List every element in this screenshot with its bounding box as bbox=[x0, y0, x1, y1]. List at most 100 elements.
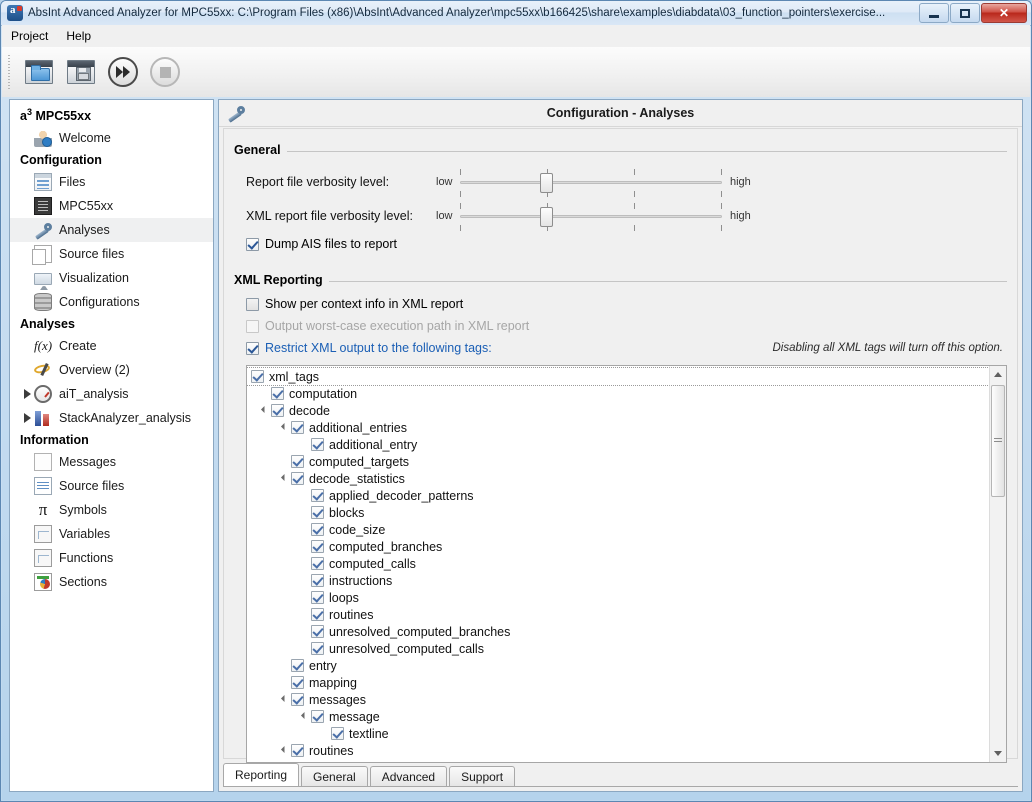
slider-xml-verbosity[interactable]: low high bbox=[436, 199, 754, 233]
xml-tags-tree[interactable]: xml_tags computation decode additional_e… bbox=[246, 365, 1007, 763]
tree-checkbox[interactable] bbox=[251, 370, 264, 383]
tree-vertical-scrollbar[interactable] bbox=[989, 366, 1006, 762]
tree-checkbox[interactable] bbox=[311, 506, 324, 519]
save-project-button[interactable] bbox=[61, 52, 101, 92]
tree-checkbox[interactable] bbox=[311, 625, 324, 638]
run-analysis-button[interactable] bbox=[103, 52, 143, 92]
tree-node-instructions[interactable]: instructions bbox=[247, 572, 989, 589]
scrollbar-thumb[interactable] bbox=[991, 385, 1005, 497]
sidebar-item-symbols[interactable]: π Symbols bbox=[10, 498, 213, 522]
sidebar-item-welcome[interactable]: Welcome bbox=[10, 126, 213, 150]
tab-support[interactable]: Support bbox=[449, 766, 516, 786]
sidebar-item-messages[interactable]: Messages bbox=[10, 450, 213, 474]
minimize-button[interactable] bbox=[919, 3, 949, 23]
scroll-up-arrow[interactable] bbox=[990, 366, 1006, 383]
tree-expander-icon[interactable] bbox=[297, 711, 311, 720]
tree-node-entry[interactable]: entry bbox=[247, 657, 989, 674]
tree-node-unresolved_computed_branches[interactable]: unresolved_computed_branches bbox=[247, 623, 989, 640]
tree-node-decode[interactable]: decode bbox=[247, 402, 989, 419]
tree-expander-icon[interactable] bbox=[277, 694, 291, 703]
slider-thumb[interactable] bbox=[540, 173, 554, 193]
tree-node-loops[interactable]: loops bbox=[247, 589, 989, 606]
menu-item-project[interactable]: Project bbox=[2, 26, 57, 46]
tree-node-blocks[interactable]: blocks bbox=[247, 504, 989, 521]
tree-checkbox[interactable] bbox=[291, 693, 304, 706]
checkbox-icon[interactable] bbox=[246, 237, 259, 251]
tree-node-messages[interactable]: messages bbox=[247, 691, 989, 708]
sidebar-item-functions[interactable]: Functions bbox=[10, 546, 213, 570]
tree-expander-icon[interactable] bbox=[277, 473, 291, 482]
tree-checkbox[interactable] bbox=[311, 710, 324, 723]
sidebar-item-mpc55xx[interactable]: MPC55xx bbox=[10, 194, 213, 218]
sidebar-item-overview[interactable]: Overview (2) bbox=[10, 358, 213, 382]
tree-node-decode_statistics[interactable]: decode_statistics bbox=[247, 470, 989, 487]
sidebar-item-files[interactable]: Files bbox=[10, 170, 213, 194]
tree-checkbox[interactable] bbox=[291, 659, 304, 672]
sidebar-item-analyses[interactable]: Analyses bbox=[10, 218, 213, 243]
tree-node-textline[interactable]: textline bbox=[247, 725, 989, 742]
tree-node-computed_branches[interactable]: computed_branches bbox=[247, 538, 989, 555]
checkbox-show-per-context-info[interactable]: Show per context info in XML report bbox=[246, 293, 1007, 315]
checkbox-icon[interactable] bbox=[246, 297, 259, 311]
toolbar-grip[interactable] bbox=[6, 55, 14, 89]
tree-checkbox[interactable] bbox=[311, 642, 324, 655]
tree-checkbox[interactable] bbox=[311, 574, 324, 587]
slider-track[interactable] bbox=[460, 215, 722, 218]
tree-checkbox[interactable] bbox=[311, 557, 324, 570]
tree-node-code_size[interactable]: code_size bbox=[247, 521, 989, 538]
maximize-button[interactable] bbox=[950, 3, 980, 23]
tree-checkbox[interactable] bbox=[291, 744, 304, 757]
slider-track-area[interactable] bbox=[460, 199, 722, 233]
scroll-down-arrow[interactable] bbox=[990, 745, 1006, 762]
tree-node-routines-stat[interactable]: routines bbox=[247, 606, 989, 623]
checkbox-restrict-xml-output[interactable]: Restrict XML output to the following tag… bbox=[246, 337, 1007, 359]
expander-arrow-icon[interactable] bbox=[20, 413, 34, 424]
sidebar-item-source-files[interactable]: Source files bbox=[10, 242, 213, 266]
tree-node-mapping[interactable]: mapping bbox=[247, 674, 989, 691]
slider-track[interactable] bbox=[460, 181, 722, 184]
tree-node-message[interactable]: message bbox=[247, 708, 989, 725]
open-project-button[interactable] bbox=[19, 52, 59, 92]
tree-expander-icon[interactable] bbox=[277, 422, 291, 431]
sidebar-item-ait-analysis[interactable]: aiT_analysis bbox=[10, 382, 213, 406]
close-button[interactable]: ✕ bbox=[981, 3, 1027, 23]
checkbox-icon[interactable] bbox=[246, 341, 259, 355]
tab-reporting[interactable]: Reporting bbox=[223, 763, 300, 786]
tree-node-xml_tags[interactable]: xml_tags bbox=[247, 367, 990, 386]
slider-track-area[interactable] bbox=[460, 165, 722, 199]
tree-node-computed_calls[interactable]: computed_calls bbox=[247, 555, 989, 572]
checkbox-label[interactable]: Restrict XML output to the following tag… bbox=[265, 341, 492, 355]
tree-checkbox[interactable] bbox=[291, 472, 304, 485]
expander-arrow-icon[interactable] bbox=[20, 389, 34, 400]
checkbox-dump-ais-files[interactable]: Dump AIS files to report bbox=[246, 233, 1007, 255]
tree-node-additional_entries[interactable]: additional_entries bbox=[247, 419, 989, 436]
menu-item-help[interactable]: Help bbox=[57, 26, 100, 46]
tree-node-computed_targets[interactable]: computed_targets bbox=[247, 453, 989, 470]
tab-general[interactable]: General bbox=[301, 766, 368, 786]
slider-thumb[interactable] bbox=[540, 207, 554, 227]
sidebar-item-create[interactable]: f(x) Create bbox=[10, 334, 213, 358]
tree-checkbox[interactable] bbox=[291, 455, 304, 468]
tab-advanced[interactable]: Advanced bbox=[369, 766, 448, 786]
sidebar-item-info-source-files[interactable]: Source files bbox=[10, 474, 213, 498]
sidebar-item-sections[interactable]: Sections bbox=[10, 570, 213, 594]
tree-checkbox[interactable] bbox=[311, 489, 324, 502]
tree-node-routines[interactable]: routines bbox=[247, 742, 989, 759]
slider-report-verbosity[interactable]: low high bbox=[436, 165, 754, 199]
tree-checkbox[interactable] bbox=[271, 404, 284, 417]
tree-checkbox[interactable] bbox=[311, 438, 324, 451]
tree-node-unresolved_computed_calls[interactable]: unresolved_computed_calls bbox=[247, 640, 989, 657]
tree-checkbox[interactable] bbox=[311, 523, 324, 536]
tree-expander-icon[interactable] bbox=[277, 745, 291, 754]
tree-checkbox[interactable] bbox=[271, 387, 284, 400]
tree-checkbox[interactable] bbox=[291, 421, 304, 434]
stop-analysis-button[interactable] bbox=[145, 52, 185, 92]
tree-checkbox[interactable] bbox=[331, 727, 344, 740]
tree-node-applied_decoder_patterns[interactable]: applied_decoder_patterns bbox=[247, 487, 989, 504]
sidebar-item-stackanalyzer-analysis[interactable]: StackAnalyzer_analysis bbox=[10, 406, 213, 430]
sidebar-item-configurations[interactable]: Configurations bbox=[10, 290, 213, 314]
sidebar-item-variables[interactable]: Variables bbox=[10, 522, 213, 546]
tree-checkbox[interactable] bbox=[311, 591, 324, 604]
tree-checkbox[interactable] bbox=[291, 676, 304, 689]
tree-expander-icon[interactable] bbox=[257, 405, 271, 414]
